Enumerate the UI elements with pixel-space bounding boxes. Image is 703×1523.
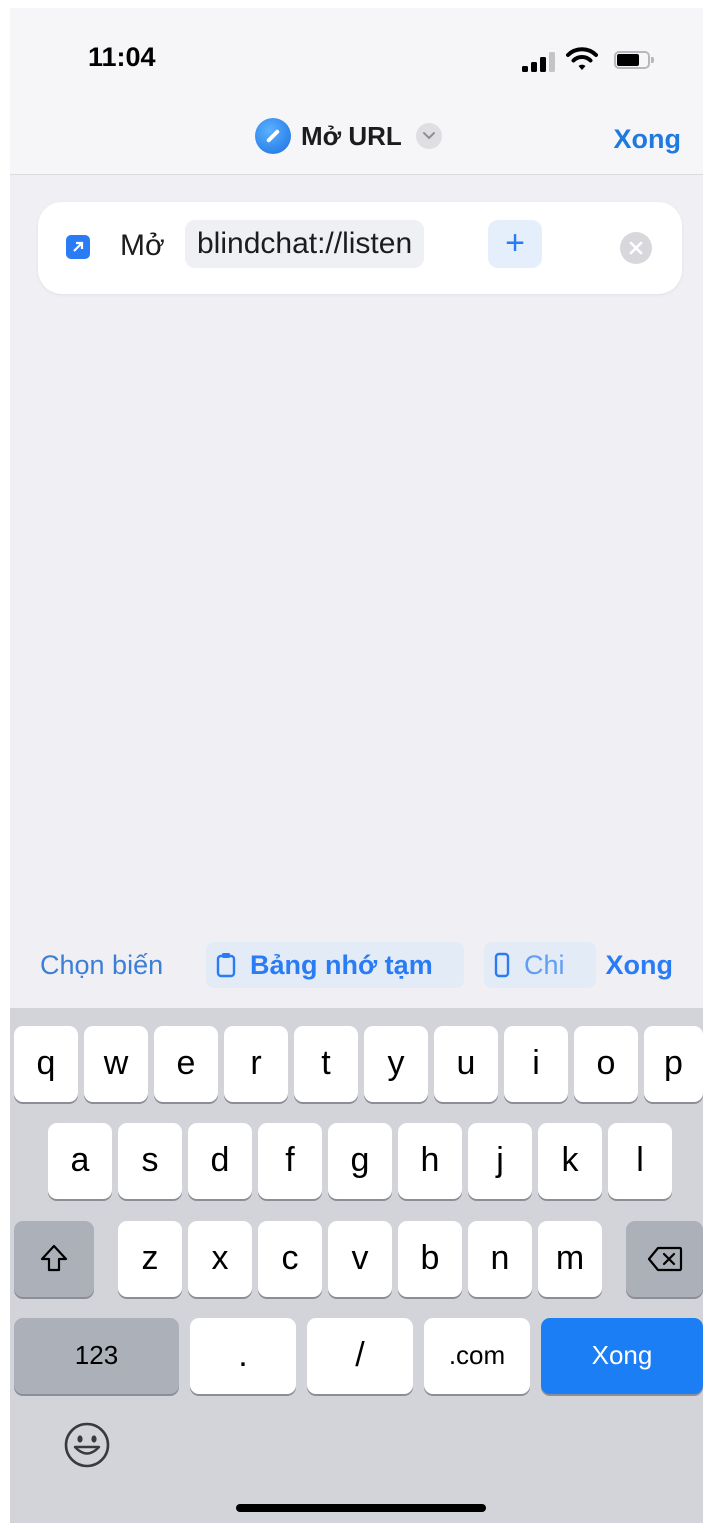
chevron-down-icon[interactable]: [415, 123, 442, 149]
clipboard-variable-chip[interactable]: Bảng nhớ tạm: [206, 942, 464, 988]
clipboard-chip-label: Bảng nhớ tạm: [250, 949, 433, 980]
home-indicator[interactable]: [236, 1504, 486, 1512]
clear-icon[interactable]: [620, 232, 652, 264]
cellular-signal-icon: [522, 52, 558, 72]
choose-variable-button[interactable]: Chọn biến: [40, 950, 163, 981]
key-u[interactable]: u: [434, 1026, 498, 1102]
battery-icon: [614, 51, 654, 69]
numbers-key[interactable]: 123: [14, 1318, 179, 1394]
key-n[interactable]: n: [468, 1221, 532, 1297]
phone-icon: [494, 952, 510, 978]
key-x[interactable]: x: [188, 1221, 252, 1297]
key-c[interactable]: c: [258, 1221, 322, 1297]
key-f[interactable]: f: [258, 1123, 322, 1199]
add-parameter-button[interactable]: +: [488, 220, 542, 268]
backspace-icon: [647, 1246, 682, 1272]
url-parameter-field[interactable]: blindchat://listen: [185, 220, 425, 268]
screen: 11:04 Mở URL Xong Mở blindchat://listen …: [10, 8, 703, 1523]
open-url-action-card[interactable]: Mở blindchat://listen +: [38, 202, 682, 294]
key-j[interactable]: j: [468, 1123, 532, 1199]
key-q[interactable]: q: [14, 1026, 78, 1102]
key-s[interactable]: s: [118, 1123, 182, 1199]
status-time: 11:04: [88, 42, 156, 72]
key-t[interactable]: t: [294, 1026, 358, 1102]
nav-bar: Mở URL Xong: [10, 104, 703, 175]
key-m[interactable]: m: [538, 1221, 602, 1297]
done-button[interactable]: Xong: [614, 124, 682, 155]
key-a[interactable]: a: [48, 1123, 112, 1199]
dot-key[interactable]: .: [190, 1318, 296, 1394]
key-w[interactable]: w: [84, 1026, 148, 1102]
keyboard: q w e r t y u i o p a s d f g h j k l z …: [10, 1008, 703, 1523]
shift-key[interactable]: [14, 1221, 94, 1297]
key-e[interactable]: e: [154, 1026, 218, 1102]
action-verb-label: Mở: [120, 229, 165, 262]
status-bar: 11:04: [10, 8, 703, 104]
wifi-icon: [566, 46, 598, 77]
slash-key[interactable]: /: [307, 1318, 413, 1394]
device-variable-chip[interactable]: Chi: [484, 942, 596, 988]
key-h[interactable]: h: [398, 1123, 462, 1199]
key-b[interactable]: b: [398, 1221, 462, 1297]
delete-key[interactable]: [626, 1221, 703, 1297]
key-z[interactable]: z: [118, 1221, 182, 1297]
key-d[interactable]: d: [188, 1123, 252, 1199]
nav-title: Mở URL: [301, 120, 402, 151]
action-title-menu[interactable]: Mở URL: [255, 114, 442, 158]
key-k[interactable]: k: [538, 1123, 602, 1199]
variable-suggestion-bar: Chọn biến Bảng nhớ tạm Chi Xong: [10, 932, 703, 1008]
key-o[interactable]: o: [574, 1026, 638, 1102]
emoji-icon[interactable]: [62, 1420, 112, 1470]
suggestion-done-button[interactable]: Xong: [606, 950, 674, 981]
key-r[interactable]: r: [224, 1026, 288, 1102]
key-i[interactable]: i: [504, 1026, 568, 1102]
return-key[interactable]: Xong: [541, 1318, 703, 1394]
dot-com-key[interactable]: .com: [424, 1318, 530, 1394]
open-url-icon: [66, 235, 90, 259]
key-v[interactable]: v: [328, 1221, 392, 1297]
safari-compass-icon: [255, 118, 291, 154]
key-p[interactable]: p: [644, 1026, 703, 1102]
key-g[interactable]: g: [328, 1123, 392, 1199]
key-y[interactable]: y: [364, 1026, 428, 1102]
clipboard-icon: [216, 953, 236, 978]
shift-icon: [40, 1244, 68, 1272]
device-chip-label: Chi: [524, 949, 565, 980]
key-l[interactable]: l: [608, 1123, 672, 1199]
